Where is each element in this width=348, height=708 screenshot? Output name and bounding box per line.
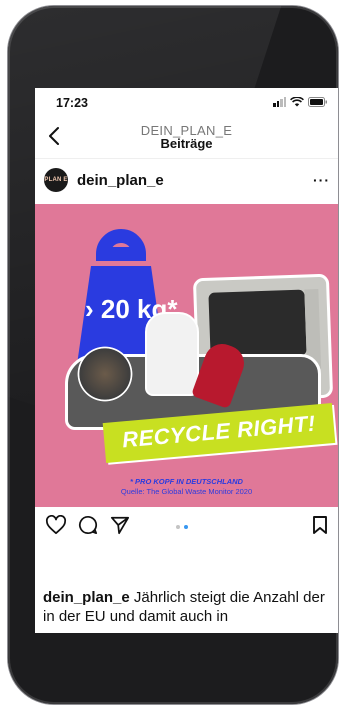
status-bar: 17:23	[35, 88, 338, 114]
avatar[interactable]: PLAN E	[44, 168, 68, 192]
phone-frame: 17:23 DEIN_PLAN_E Beiträge PLAN E dein_p…	[8, 6, 338, 704]
wifi-icon	[290, 97, 304, 107]
more-icon[interactable]: ···	[313, 173, 330, 187]
carousel-dot	[176, 525, 180, 529]
caption-username[interactable]: dein_plan_e	[43, 589, 130, 606]
kettle-image	[145, 312, 199, 396]
post-actions	[35, 507, 338, 547]
carousel-dots	[176, 525, 188, 529]
post-username[interactable]: dein_plan_e	[77, 172, 164, 189]
battery-icon	[308, 97, 328, 107]
footnote: * PRO KOPF IN DEUTSCHLAND	[130, 477, 243, 486]
heart-icon[interactable]	[45, 514, 67, 540]
share-icon[interactable]	[110, 515, 130, 540]
post-caption: dein_plan_e Jährlich steigt die Anzahl d…	[43, 588, 333, 626]
status-time: 17:23	[56, 96, 88, 110]
post-header: PLAN E dein_plan_e ···	[35, 160, 338, 202]
post-image[interactable]: › 20 kg* RECYCLE RIGHT! * PRO KOPF IN DE…	[35, 204, 338, 507]
source-note: Quelle: The Global Waste Monitor 2020	[120, 487, 253, 496]
nav-center: DEIN_PLAN_E Beiträge	[35, 124, 338, 150]
status-icons	[273, 97, 328, 107]
comment-icon[interactable]	[78, 515, 98, 540]
carousel-dot-active	[184, 525, 188, 529]
page-title: Beiträge	[160, 136, 213, 151]
screen: 17:23 DEIN_PLAN_E Beiträge PLAN E dein_p…	[35, 88, 338, 633]
signal-icon	[273, 97, 286, 107]
nav-header: DEIN_PLAN_E Beiträge	[35, 114, 338, 159]
bookmark-icon[interactable]	[312, 515, 328, 540]
cables-image	[75, 344, 135, 404]
